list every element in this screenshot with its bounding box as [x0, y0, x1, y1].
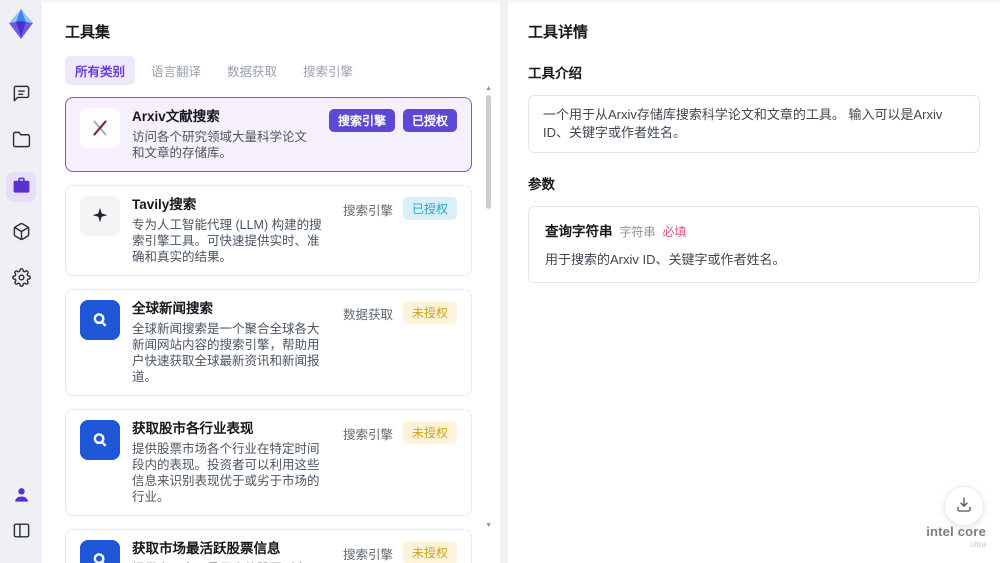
category-label: 搜索引擎: [342, 548, 393, 562]
params-heading: 参数: [528, 177, 555, 192]
tool-description: 提供股票市场各个行业在特定时间段内的表现。投资者可以利用这些信息来识别表现优于或…: [132, 442, 320, 504]
download-icon: [955, 496, 973, 517]
param-type: 字符串: [619, 225, 656, 239]
tool-card[interactable]: 获取股市各行业表现 提供股票市场各个行业在特定时间段内的表现。投资者可以利用这些…: [65, 409, 472, 516]
tool-description: 专为人工智能代理 (LLM) 构建的搜索引擎工具。可快速提供实时、准确和真实的结…: [132, 218, 322, 264]
tab-active[interactable]: 所有类别: [65, 56, 136, 85]
tool-name: Arxiv文献搜索: [132, 109, 220, 124]
param-required-badge: 必填: [662, 225, 687, 239]
tab-category[interactable]: 数据获取: [217, 56, 287, 85]
tool-description: 全球新闻搜索是一个聚合全球各大新闻网站内容的搜索引擎，帮助用户快速获取全球最新资…: [132, 322, 320, 384]
sidebar-item-settings[interactable]: [6, 264, 36, 294]
status-badge: 已授权: [402, 197, 457, 220]
tools-panel: 工具集 所有类别 语言翻译 数据获取 搜索引擎 Arxiv文献搜索 访问各个研究领域大…: [42, 0, 500, 563]
chat-icon: [12, 84, 31, 106]
cube-icon: [12, 222, 31, 244]
parameter-card: 查询字符串 字符串 必填 用于搜索的Arxiv ID、关键字或作者姓名。: [528, 206, 980, 283]
tool-card[interactable]: Tavily搜索 专为人工智能代理 (LLM) 构建的搜索引擎工具。可快速提供实…: [65, 185, 472, 276]
category-label: 数据获取: [342, 308, 393, 322]
download-button[interactable]: [944, 486, 984, 526]
intel-core-logo: intel core ultra: [926, 524, 986, 549]
brand-sub-text: ultra: [970, 540, 986, 549]
category-badge: 搜索引擎: [328, 109, 395, 132]
gear-icon: [11, 268, 31, 290]
tool-name: 获取市场最活跃股票信息: [132, 541, 281, 556]
scroll-up-icon[interactable]: ▲: [485, 85, 492, 92]
panel-toggle-icon: [12, 521, 31, 543]
category-label: 搜索引擎: [342, 428, 393, 442]
tool-name: Tavily搜索: [132, 197, 197, 212]
sidebar-item-files[interactable]: [6, 126, 36, 156]
scrollbar-thumb[interactable]: [486, 95, 491, 209]
folder-icon: [12, 130, 31, 152]
intro-heading: 工具介绍: [528, 66, 582, 81]
blue-search-icon: [80, 420, 120, 460]
tool-details-panel: 工具详情 工具介绍 一个用于从Arxiv存储库搜索科学论文和文章的工具。 输入可…: [508, 0, 1000, 563]
tool-card[interactable]: Arxiv文献搜索 访问各个研究领域大量科学论文和文章的存储库。 搜索引擎 已授权: [65, 97, 472, 172]
tavily-star-icon: [80, 196, 120, 236]
status-badge: 未授权: [402, 421, 457, 444]
tab-category[interactable]: 搜索引擎: [293, 56, 363, 85]
tool-card[interactable]: 获取市场最活跃股票信息 提供当天交易量最高的股票列表，投资者可以利用这些信息来识…: [65, 529, 472, 563]
app-root: 工具集 所有类别 语言翻译 数据获取 搜索引擎 Arxiv文献搜索 访问各个研究领域大…: [0, 0, 1000, 563]
brand-text: intel core: [926, 524, 986, 539]
blue-search-icon: [80, 540, 120, 563]
tool-card[interactable]: 全球新闻搜索 全球新闻搜索是一个聚合全球各大新闻网站内容的搜索引擎，帮助用户快速…: [65, 289, 472, 396]
page-title: 工具集: [65, 24, 111, 41]
category-label: 搜索引擎: [342, 204, 393, 218]
category-tabs: 所有类别 语言翻译 数据获取 搜索引擎: [65, 56, 486, 85]
status-badge: 已授权: [402, 109, 457, 132]
details-title: 工具详情: [528, 24, 589, 41]
arxiv-logo-icon: [80, 108, 120, 148]
sidebar-item-collapse[interactable]: [6, 517, 36, 547]
tool-description: 访问各个研究领域大量科学论文和文章的存储库。: [132, 130, 308, 160]
tool-name: 全球新闻搜索: [132, 301, 213, 316]
status-badge: 未授权: [402, 541, 457, 563]
blue-search-icon: [80, 300, 120, 340]
param-description: 用于搜索的Arxiv ID、关键字或作者姓名。: [545, 252, 786, 267]
tab-category[interactable]: 语言翻译: [141, 56, 211, 85]
sidebar-item-account[interactable]: [6, 481, 36, 511]
status-badge: 未授权: [402, 301, 457, 324]
briefcase-icon: [12, 176, 31, 198]
param-name: 查询字符串: [545, 224, 613, 239]
tool-intro-text: 一个用于从Arxiv存储库搜索科学论文和文章的工具。 输入可以是Arxiv ID…: [528, 95, 980, 153]
scroll-down-icon[interactable]: ▼: [485, 522, 492, 529]
sidebar: [0, 0, 42, 563]
sidebar-item-chat[interactable]: [6, 80, 36, 110]
user-icon: [12, 485, 31, 507]
panel-divider: [500, 0, 508, 563]
tool-list: Arxiv文献搜索 访问各个研究领域大量科学论文和文章的存储库。 搜索引擎 已授权…: [65, 97, 486, 563]
app-logo-icon: [6, 8, 36, 40]
sidebar-item-tools[interactable]: [6, 172, 36, 202]
sidebar-item-packages[interactable]: [6, 218, 36, 248]
tool-name: 获取股市各行业表现: [132, 421, 254, 436]
